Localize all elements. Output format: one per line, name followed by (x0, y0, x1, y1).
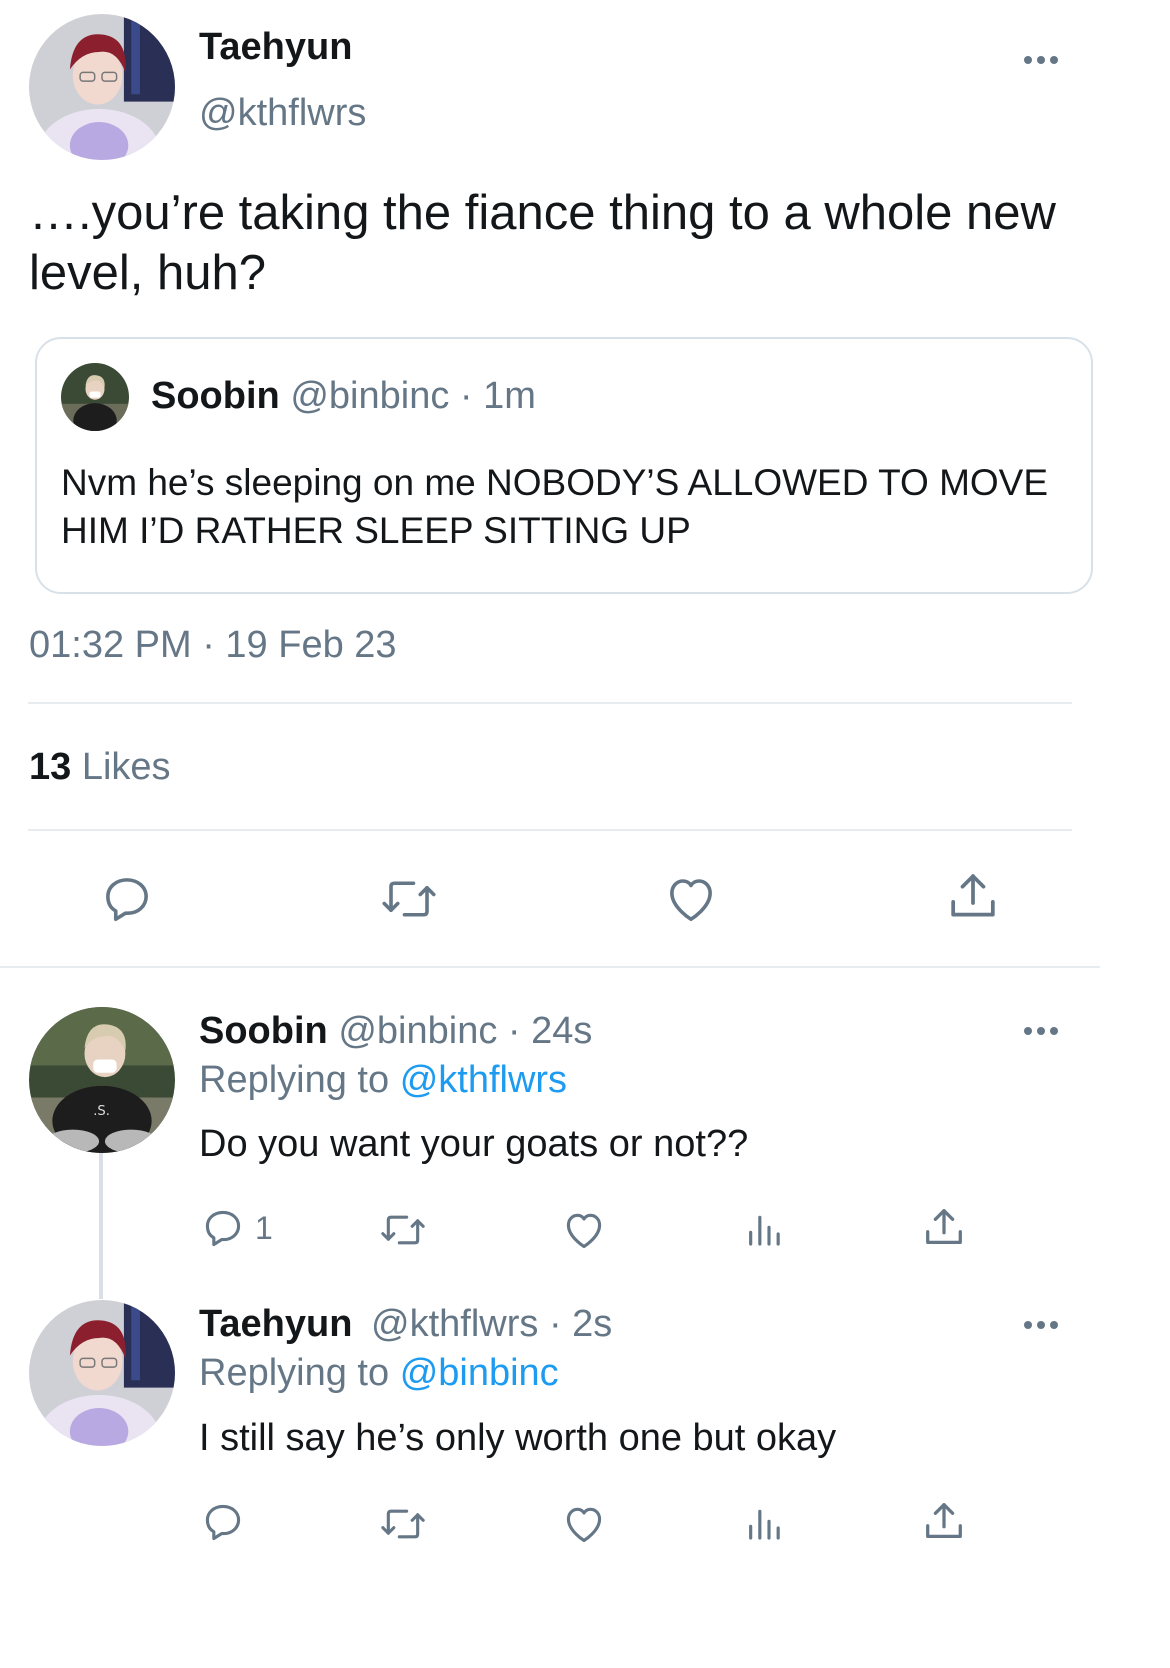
analytics-button[interactable] (744, 1208, 784, 1250)
analytics-button[interactable] (744, 1502, 784, 1544)
replying-to: Replying to @binbinc (199, 1352, 559, 1395)
quoted-meta: Soobin @binbinc · 1m (151, 375, 536, 418)
likes-label: Likes (81, 746, 171, 788)
more-options-main[interactable] (1024, 56, 1058, 64)
reply-bubble-icon (205, 1504, 241, 1541)
share-upload-icon (951, 874, 995, 917)
divider (28, 702, 1072, 704)
retweet-button[interactable] (378, 1208, 428, 1252)
reply-count: 1 (255, 1209, 273, 1246)
reply-time: 24s (531, 1010, 593, 1052)
more-horizontal-icon (1024, 56, 1032, 64)
reply-author-handle[interactable]: @kthflwrs (371, 1303, 538, 1345)
reply-text: I still say he’s only worth one but okay (199, 1417, 837, 1459)
heart-icon (566, 1213, 602, 1249)
quoted-author-name[interactable]: Soobin (151, 375, 280, 417)
reply-author-name[interactable]: Soobin (199, 1010, 328, 1052)
reply-author-name[interactable]: Taehyun (199, 1303, 352, 1345)
share-upload-icon (926, 1503, 962, 1538)
replying-to-label: Replying to (199, 1059, 390, 1101)
replying-to: Replying to @kthflwrs (199, 1059, 567, 1102)
reply-time: 2s (572, 1303, 613, 1345)
likes-count: 13 (29, 746, 72, 788)
likes-stat[interactable]: 13 Likes (29, 746, 171, 789)
retweet-button[interactable] (378, 1502, 428, 1546)
avatar-soobin-quoted (61, 363, 129, 431)
more-options-reply[interactable] (1024, 1321, 1058, 1329)
reply-button[interactable]: 1 (201, 1206, 273, 1250)
heart-icon (566, 1507, 602, 1543)
avatar-soobin-reply[interactable]: .S. (29, 1007, 175, 1153)
reply-separator: · (507, 1010, 521, 1052)
quoted-text: Nvm he’s sleeping on me NOBODY’S ALLOWED… (61, 462, 1049, 551)
section-divider (0, 966, 1100, 968)
more-horizontal-icon (1024, 1321, 1032, 1329)
avatar-taehyun-reply[interactable] (29, 1300, 175, 1446)
author-name[interactable]: Taehyun (199, 26, 352, 69)
quoted-time: 1m (483, 375, 536, 417)
like-button[interactable] (561, 1208, 607, 1252)
reply-button[interactable] (201, 1500, 245, 1544)
tweet-timestamp[interactable]: 01:32 PM · 19 Feb 23 (29, 624, 397, 667)
avatar-taehyun-main[interactable] (29, 14, 175, 160)
reply-bubble-icon (106, 878, 148, 922)
heart-icon (670, 879, 712, 922)
reply-button-main[interactable] (100, 872, 154, 926)
retweet-button-main[interactable] (379, 872, 439, 926)
reply-separator: · (548, 1303, 562, 1345)
replying-to-handle[interactable]: @kthflwrs (400, 1059, 567, 1101)
thread-connector-line (99, 1153, 103, 1299)
reply-text: Do you want your goats or not?? (199, 1123, 749, 1165)
reply-meta: Taehyun @kthflwrs · 2s (199, 1303, 612, 1346)
more-horizontal-icon (1024, 1027, 1032, 1035)
like-button[interactable] (561, 1502, 607, 1546)
like-button-main[interactable] (663, 872, 719, 926)
share-button[interactable] (921, 1204, 967, 1250)
divider (28, 829, 1072, 831)
reply-meta: Soobin @binbinc · 24s (199, 1010, 592, 1053)
tweet-text: ….you’re taking the fiance thing to a wh… (29, 186, 1056, 300)
retweet-icon (381, 1215, 425, 1245)
share-button-main[interactable] (945, 868, 1001, 924)
share-button[interactable] (921, 1498, 967, 1544)
replying-to-handle[interactable]: @binbinc (400, 1352, 559, 1394)
replying-to-label: Replying to (199, 1352, 390, 1394)
quoted-tweet-card[interactable]: Soobin @binbinc · 1m Nvm he’s sleeping o… (35, 337, 1093, 594)
bar-chart-icon (749, 1215, 780, 1246)
more-options-reply[interactable] (1024, 1027, 1058, 1035)
retweet-icon (382, 881, 436, 917)
share-upload-icon (926, 1209, 962, 1244)
bar-chart-icon (749, 1509, 780, 1540)
author-handle[interactable]: @kthflwrs (199, 92, 366, 135)
quoted-author-handle[interactable]: @binbinc (290, 375, 449, 417)
retweet-icon (381, 1509, 425, 1539)
quoted-separator: · (459, 375, 473, 417)
reply-author-handle[interactable]: @binbinc (338, 1010, 497, 1052)
reply-bubble-icon (205, 1210, 241, 1247)
svg-text:.S.: .S. (93, 1104, 110, 1119)
